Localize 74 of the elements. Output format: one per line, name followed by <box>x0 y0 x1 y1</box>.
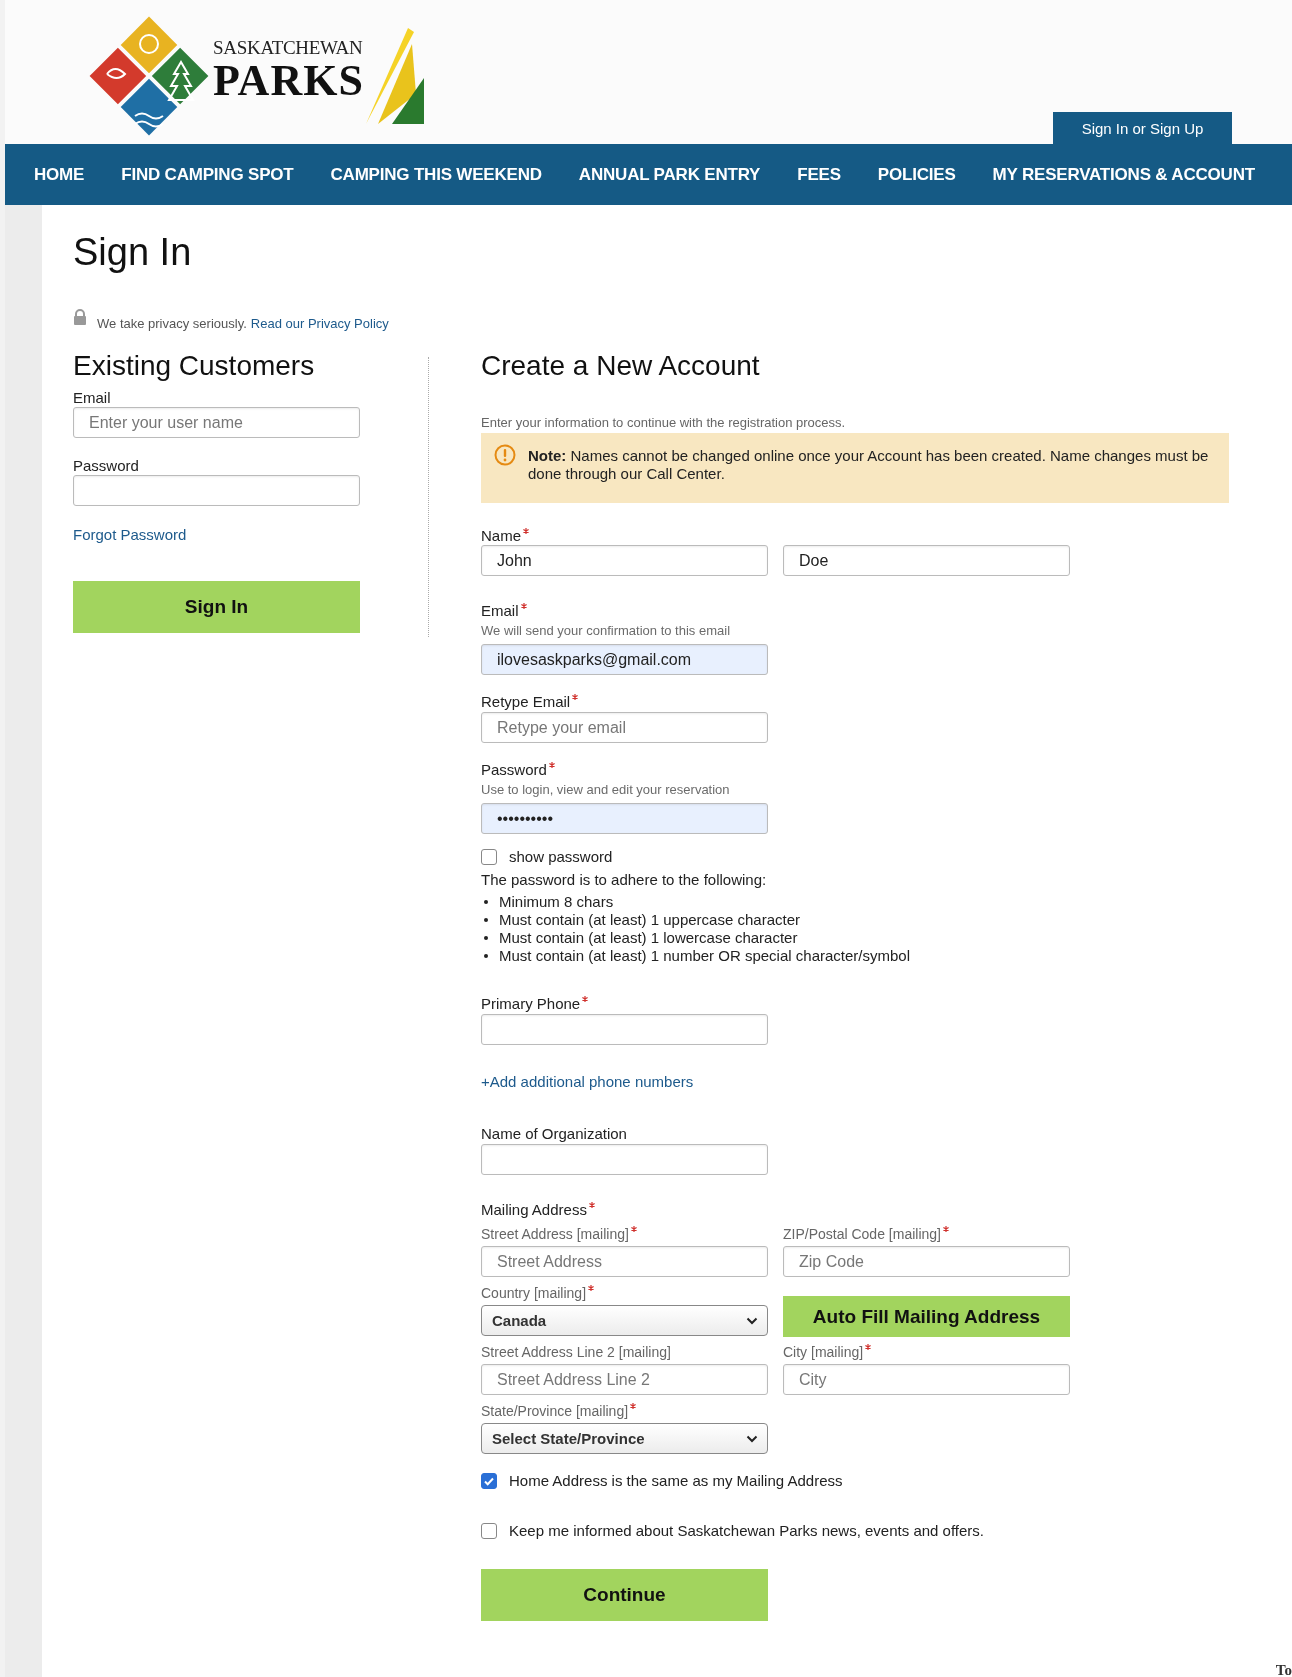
input-field[interactable]: Street Address <box>481 1246 768 1277</box>
checkbox[interactable] <box>481 1522 497 1539</box>
input-field[interactable]: Doe <box>783 545 1070 576</box>
field-label: Street Address Line 2 [mailing] <box>481 1343 671 1361</box>
field-label: Name of Organization <box>481 1125 627 1143</box>
checkbox[interactable] <box>481 848 497 865</box>
rule-text: Must contain (at least) 1 uppercase character <box>499 911 800 929</box>
field-label: Retype Email <box>481 693 571 711</box>
field-label: Mailing Address <box>481 1201 587 1219</box>
continue-button[interactable]: Continue <box>481 1569 768 1621</box>
nav-link[interactable]: MY RESERVATIONS & ACCOUNT <box>992 164 1255 185</box>
field-label: State/Province [mailing] <box>481 1402 629 1420</box>
bullet-icon <box>484 936 488 940</box>
bullet-icon <box>484 900 488 904</box>
intro-text: Enter your information to continue with the registration process. <box>481 415 847 430</box>
input-field[interactable]: ilovesaskparks@gmail.com <box>481 644 768 675</box>
rules-heading: The password is to adhere to the following: <box>481 871 768 889</box>
section-heading: Create a New Account <box>481 349 761 383</box>
input-field[interactable]: Street Address Line 2 <box>481 1364 768 1395</box>
logo-title: PARKS <box>213 58 364 103</box>
chevron-down-icon <box>746 1316 758 1325</box>
nav-link[interactable]: CAMPING THIS WEEKEND <box>330 164 542 185</box>
nav-link[interactable]: POLICIES <box>877 164 956 185</box>
nav-link[interactable]: ANNUAL PARK ENTRY <box>578 164 761 185</box>
checkbox-label: Keep me informed about Saskatchewan Parks news, events and offers. <box>509 1522 984 1539</box>
input-field[interactable]: •••••••••• <box>481 803 768 834</box>
privacy-policy-link[interactable]: Read our Privacy Policy <box>250 316 389 331</box>
sign-in-button[interactable]: Sign In <box>73 581 360 633</box>
input-field[interactable] <box>73 475 360 506</box>
checkbox-label: show password <box>509 848 613 865</box>
dropdown[interactable]: Canada <box>481 1305 768 1336</box>
field-label: City [mailing] <box>783 1343 864 1361</box>
sign-in-or-sign-up-tab[interactable]: Sign In or Sign Up <box>1053 112 1232 144</box>
field-label: Email <box>73 389 111 407</box>
field-label: Password <box>73 457 139 475</box>
rule-text: Minimum 8 chars <box>499 893 614 911</box>
chevron-down-icon <box>746 1434 758 1443</box>
field-hint: Use to login, view and edit your reservation <box>481 781 731 798</box>
rule-text: Must contain (at least) 1 number OR special character/symbol <box>499 947 910 965</box>
note-text: Note: Names cannot be changed online once your Account has been created. Name changes must be done through our Call Center. <box>528 447 1210 483</box>
field-label: ZIP/Postal Code [mailing] <box>783 1225 941 1243</box>
input-field[interactable]: Retype your email <box>481 712 768 743</box>
field-label: Primary Phone <box>481 995 581 1013</box>
field-hint: We will send your confirmation to this email <box>481 622 732 639</box>
back-to-top-text[interactable]: To <box>1275 1664 1292 1677</box>
nav-link[interactable]: FEES <box>797 164 841 185</box>
bullet-icon <box>484 954 488 958</box>
nav-link[interactable]: FIND CAMPING SPOT <box>121 164 294 185</box>
input-field[interactable]: City <box>783 1364 1070 1395</box>
checkbox-label: Home Address is the same as my Mailing Address <box>509 1472 843 1489</box>
warning-icon <box>494 444 516 466</box>
field-label: Name <box>481 527 521 545</box>
rule-text: Must contain (at least) 1 lowercase character <box>499 929 798 947</box>
page-title: Sign In <box>73 230 193 274</box>
logo-text: SASKATCHEWAN <box>213 37 364 57</box>
privacy-text: We take privacy seriously. <box>97 316 247 331</box>
dropdown[interactable]: Select State/Province <box>481 1423 768 1454</box>
field-label: Password <box>481 761 547 779</box>
section-heading: Existing Customers <box>73 349 316 383</box>
bullet-icon <box>484 918 488 922</box>
checkbox[interactable] <box>481 1472 497 1489</box>
input-field[interactable] <box>481 1014 768 1045</box>
forgot-password-link[interactable]: Forgot Password <box>73 526 187 543</box>
input-field[interactable]: John <box>481 545 768 576</box>
input-field[interactable] <box>481 1144 768 1175</box>
lock-icon <box>73 309 87 325</box>
add-phone-link[interactable]: +Add additional phone numbers <box>481 1073 694 1090</box>
field-label: Street Address [mailing] <box>481 1225 629 1243</box>
input-field[interactable]: Zip Code <box>783 1246 1070 1277</box>
field-label: Country [mailing] <box>481 1284 587 1302</box>
nav-link[interactable]: HOME <box>34 164 85 185</box>
auto-fill-button[interactable]: Auto Fill Mailing Address <box>783 1296 1070 1337</box>
field-label: Email <box>481 602 519 620</box>
input-field[interactable]: Enter your user name <box>73 407 360 438</box>
